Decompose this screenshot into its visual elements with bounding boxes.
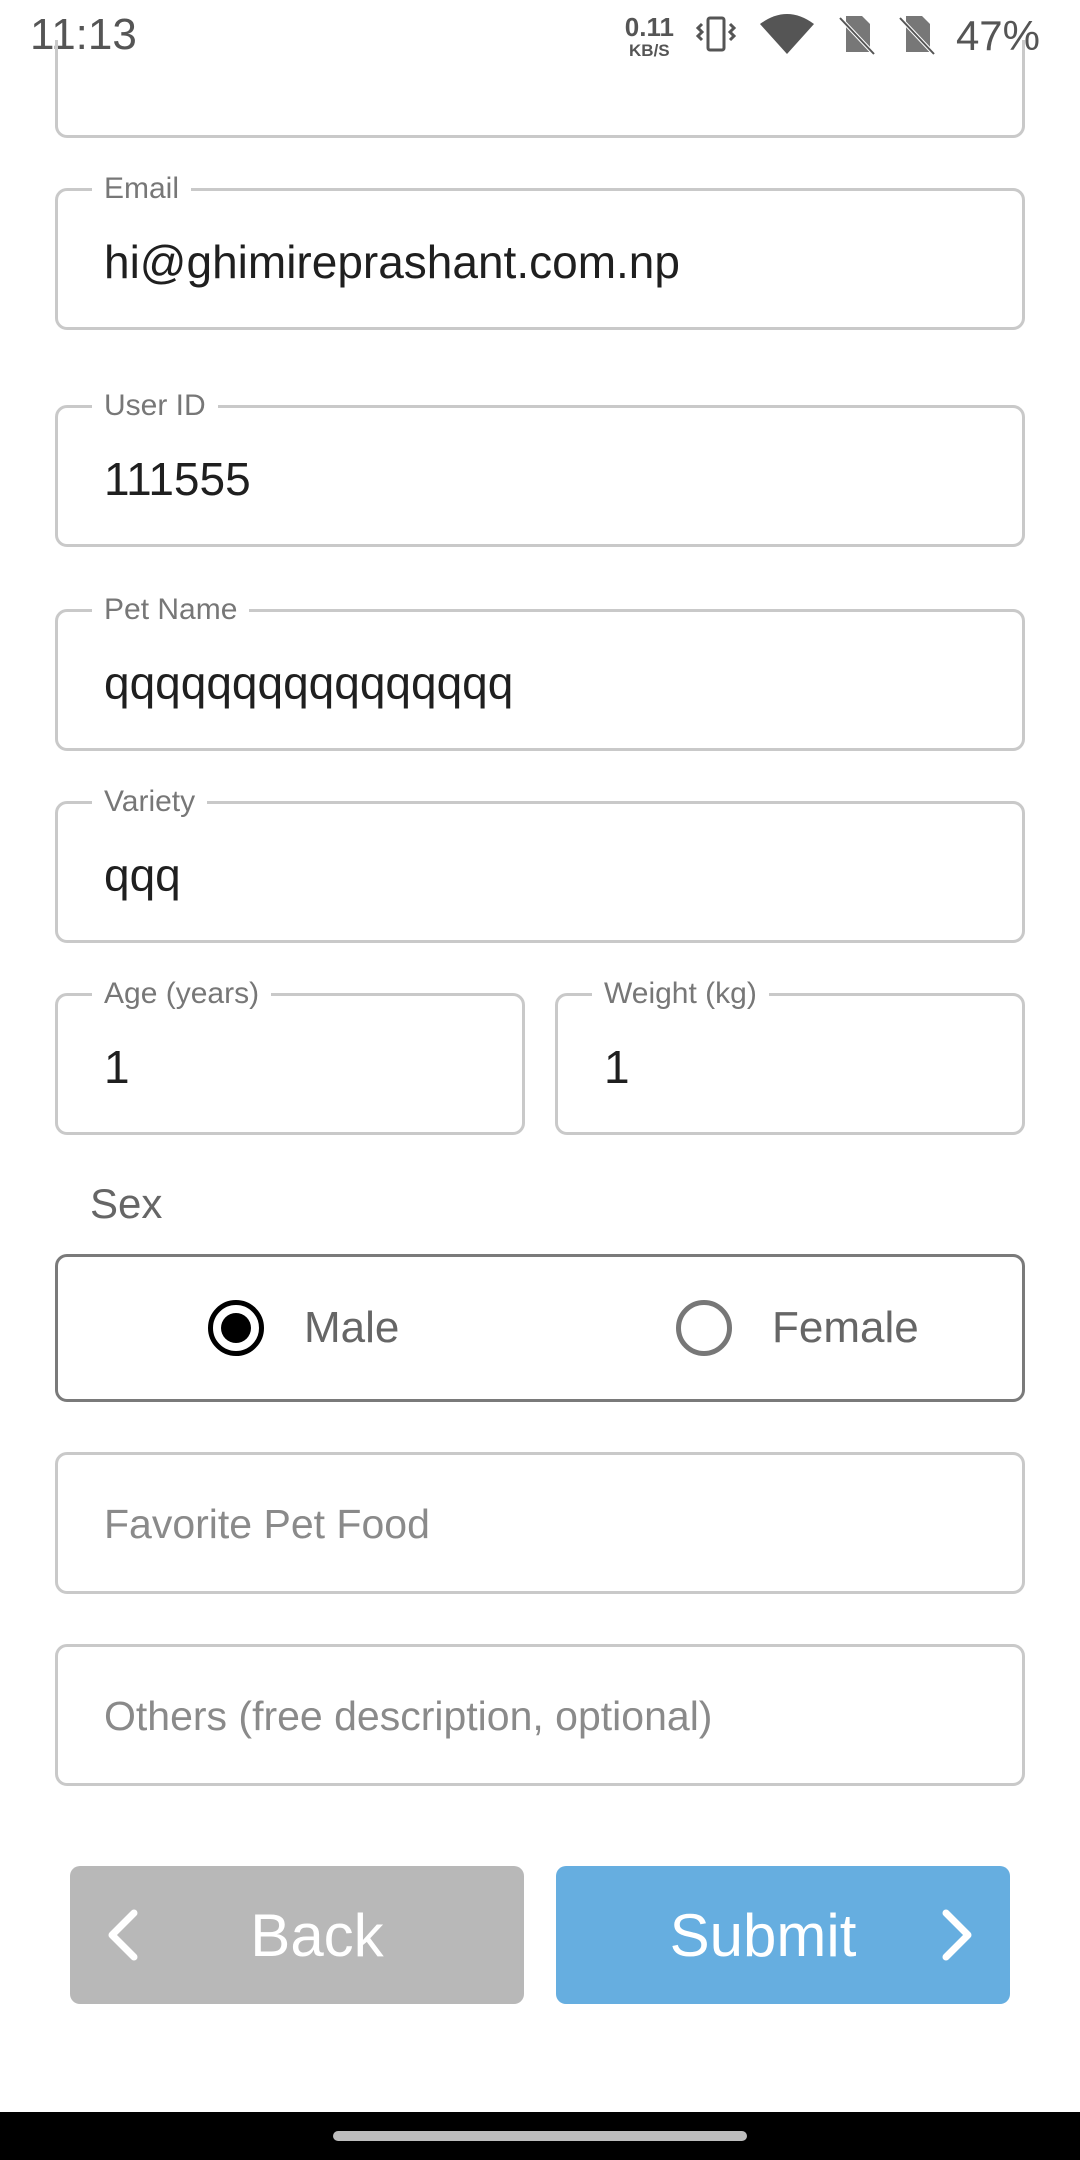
weight-field[interactable]: Weight (kg) 1: [555, 977, 1025, 1135]
variety-field[interactable]: Variety qqq: [55, 785, 1025, 943]
home-gesture-handle[interactable]: [333, 2131, 747, 2141]
age-label: Age (years): [92, 977, 272, 1011]
email-label: Email: [92, 172, 192, 206]
sex-label: Sex: [90, 1180, 163, 1227]
age-field[interactable]: Age (years) 1: [55, 977, 525, 1135]
radio-checked-icon: [208, 1300, 264, 1356]
radio-label-male: Male: [304, 1303, 400, 1352]
radio-label-female: Female: [772, 1303, 919, 1352]
radio-option-female[interactable]: Female: [676, 1257, 919, 1399]
net-speed-value: 0.11: [624, 11, 674, 42]
pet-name-value: qqqqqqqqqqqqqqqq: [104, 657, 514, 709]
radio-unchecked-icon: [676, 1300, 732, 1356]
back-button[interactable]: Back: [70, 1866, 524, 2004]
submit-button[interactable]: Submit: [556, 1866, 1010, 2004]
others-field[interactable]: Others (free description, optional): [55, 1644, 1025, 1786]
age-value: 1: [104, 1041, 130, 1093]
email-field[interactable]: Email hi@ghimireprashant.com.np: [55, 172, 1025, 330]
sex-radio-group: Male Female: [55, 1254, 1025, 1402]
previous-field[interactable]: [55, 40, 1025, 138]
variety-label: Variety: [92, 785, 208, 819]
favorite-food-field[interactable]: Favorite Pet Food: [55, 1452, 1025, 1594]
weight-label: Weight (kg): [592, 977, 769, 1011]
others-placeholder: Others (free description, optional): [104, 1693, 713, 1739]
pet-name-label: Pet Name: [92, 593, 250, 627]
back-button-label: Back: [250, 1901, 384, 1969]
chevron-right-icon: [942, 1909, 972, 1961]
user-id-field[interactable]: User ID 111555: [55, 389, 1025, 547]
user-id-value: 111555: [104, 453, 251, 505]
submit-button-label: Submit: [669, 1901, 857, 1969]
radio-option-male[interactable]: Male: [208, 1257, 399, 1399]
weight-value: 1: [604, 1041, 630, 1093]
navigation-bar: [0, 2112, 1080, 2160]
pet-name-field[interactable]: Pet Name qqqqqqqqqqqqqqqq: [55, 593, 1025, 751]
chevron-left-icon: [108, 1909, 138, 1961]
pet-registration-screen: 11:13 0.11 KB/S 47% Email hi@ghimirepras…: [0, 0, 1080, 2160]
variety-value: qqq: [104, 849, 181, 901]
email-value: hi@ghimireprashant.com.np: [104, 236, 680, 288]
favorite-food-placeholder: Favorite Pet Food: [104, 1501, 430, 1547]
user-id-label: User ID: [92, 389, 218, 423]
